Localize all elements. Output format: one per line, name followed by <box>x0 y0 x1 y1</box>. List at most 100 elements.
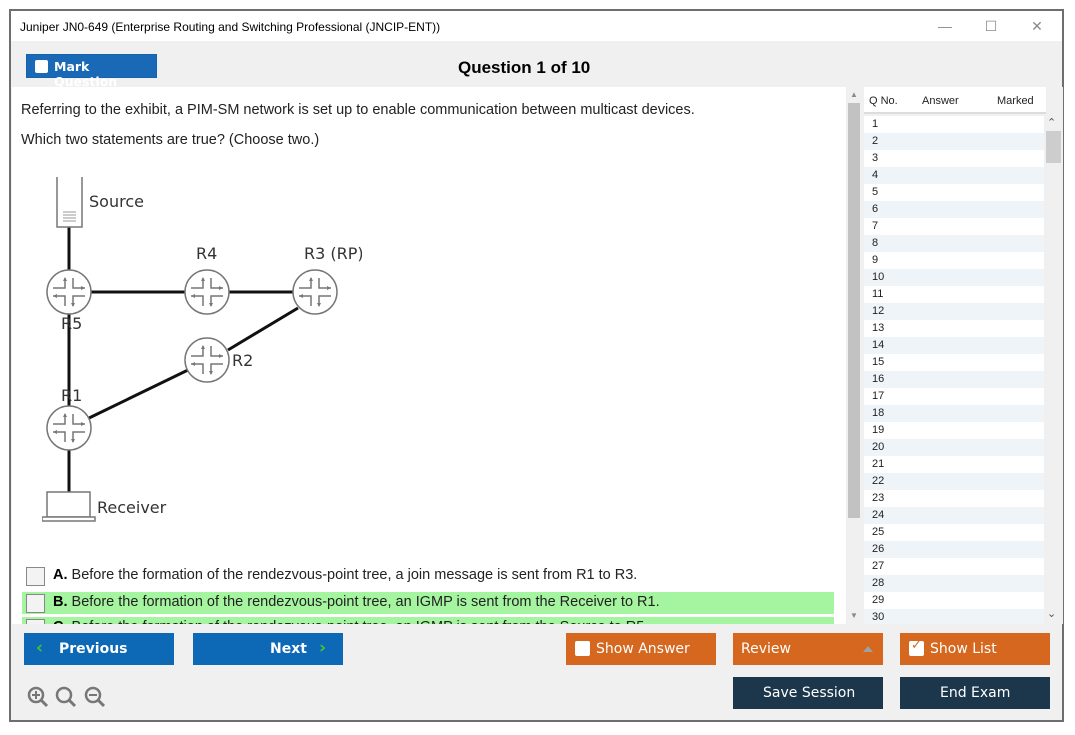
show-list-checkbox[interactable]: ✓ <box>909 638 924 656</box>
question-list-row[interactable]: 12 <box>864 303 1044 320</box>
window-title: Juniper JN0-649 (Enterprise Routing and … <box>20 20 441 34</box>
list-scrollbar[interactable]: ⌃ ⌄ <box>1045 114 1062 624</box>
checkmark-icon: ✓ <box>911 638 922 653</box>
option-c-text: C. Before the formation of the rendezvou… <box>53 619 648 624</box>
receiver-laptop-icon <box>41 491 96 522</box>
list-scroll-up-icon[interactable]: ⌃ <box>1047 116 1056 129</box>
option-b-text: B. Before the formation of the rendezvou… <box>53 594 660 610</box>
link-r2-r1 <box>86 368 189 421</box>
router-r3-icon <box>292 269 338 315</box>
router-r1-icon <box>46 405 92 451</box>
option-c[interactable]: C. Before the formation of the rendezvou… <box>22 617 834 624</box>
question-list-row[interactable]: 9 <box>864 252 1044 269</box>
zoom-in-icon[interactable] <box>27 686 49 708</box>
question-counter: Question 1 of 10 <box>458 58 591 77</box>
question-list-row[interactable]: 20 <box>864 439 1044 456</box>
source-label: Source <box>89 192 144 211</box>
header-answer[interactable]: Answer <box>922 95 959 107</box>
question-list-row[interactable]: 14 <box>864 337 1044 354</box>
question-list-rows: 1 2 3 4 5 6 7 8 9 10 11 12 13 14 15 16 17 18 19 20 21 22 23 24 2… <box>864 116 1044 624</box>
source-server-icon <box>56 166 83 228</box>
end-exam-label: End Exam <box>940 685 1011 701</box>
router-r5-icon <box>46 269 92 315</box>
title-bar: Juniper JN0-649 (Enterprise Routing and … <box>11 11 1062 41</box>
r4-label: R4 <box>196 244 217 263</box>
mark-question-button[interactable]: Mark Question <box>26 54 157 89</box>
list-scroll-down-icon[interactable]: ⌄ <box>1047 607 1056 620</box>
option-b-checkbox[interactable] <box>26 594 45 613</box>
network-diagram: Source R4 R3 (RP) R5 R2 R1 Receiver <box>41 166 364 522</box>
show-list-button[interactable]: ✓ Show List <box>900 633 1050 665</box>
question-instruction: Which two statements are true? (Choose t… <box>21 132 320 148</box>
network-exhibit: Source R4 R3 (RP) R5 R2 R1 Receiver <box>41 166 364 547</box>
r3-label: R3 (RP) <box>304 244 362 263</box>
next-button[interactable]: Next › <box>193 633 343 665</box>
question-list-row[interactable]: 30 <box>864 609 1044 624</box>
zoom-controls <box>27 686 108 713</box>
question-list-row[interactable]: 23 <box>864 490 1044 507</box>
question-list-row[interactable]: 2 <box>864 133 1044 150</box>
chevron-left-icon: ‹ <box>36 638 44 658</box>
r2-label: R2 <box>232 351 253 370</box>
option-c-checkbox[interactable] <box>26 619 45 624</box>
app-window: Juniper JN0-649 (Enterprise Routing and … <box>9 9 1064 722</box>
question-list-row[interactable]: 25 <box>864 524 1044 541</box>
link-r3-r2 <box>227 306 299 352</box>
close-button[interactable]: ✕ <box>1017 15 1057 39</box>
review-label: Review <box>741 641 791 657</box>
dropdown-arrow-icon <box>863 646 873 652</box>
question-list-row[interactable]: 16 <box>864 371 1044 388</box>
question-list-row[interactable]: 5 <box>864 184 1044 201</box>
question-list-row[interactable]: 4 <box>864 167 1044 184</box>
previous-label: Previous <box>59 641 128 657</box>
next-label: Next <box>270 641 307 657</box>
question-list-row[interactable]: 18 <box>864 405 1044 422</box>
question-list-header: Q No. Answer Marked <box>864 87 1046 114</box>
question-list-row[interactable]: 22 <box>864 473 1044 490</box>
question-list-row[interactable]: 15 <box>864 354 1044 371</box>
mark-question-checkbox[interactable] <box>35 60 48 73</box>
previous-button[interactable]: ‹ Previous <box>24 633 174 665</box>
question-list-row[interactable]: 10 <box>864 269 1044 286</box>
show-answer-button[interactable]: Show Answer <box>566 633 716 665</box>
scroll-down-arrow-icon[interactable]: ▼ <box>849 611 859 620</box>
end-exam-button[interactable]: End Exam <box>900 677 1050 709</box>
question-list-row[interactable]: 13 <box>864 320 1044 337</box>
receiver-label: Receiver <box>97 498 167 517</box>
question-list-row[interactable]: 19 <box>864 422 1044 439</box>
question-list-row[interactable]: 24 <box>864 507 1044 524</box>
question-list-row[interactable]: 21 <box>864 456 1044 473</box>
question-list-panel: Q No. Answer Marked 1 2 3 4 5 6 7 8 9 10 11 12 13 14 1… <box>864 87 1063 624</box>
mark-question-label: Mark Question <box>54 59 118 89</box>
option-a-checkbox[interactable] <box>26 567 45 586</box>
question-list-row[interactable]: 8 <box>864 235 1044 252</box>
save-session-button[interactable]: Save Session <box>733 677 883 709</box>
zoom-out-icon[interactable] <box>84 686 106 708</box>
scroll-thumb[interactable] <box>848 103 860 518</box>
scroll-up-arrow-icon[interactable]: ▲ <box>849 90 859 99</box>
option-b[interactable]: B. Before the formation of the rendezvou… <box>22 592 834 614</box>
question-list-row[interactable]: 27 <box>864 558 1044 575</box>
r5-label: R5 <box>61 314 82 333</box>
list-scroll-thumb[interactable] <box>1046 131 1061 163</box>
question-list-row[interactable]: 26 <box>864 541 1044 558</box>
question-text: Referring to the exhibit, a PIM-SM netwo… <box>21 102 695 118</box>
option-a[interactable]: A. Before the formation of the rendezvou… <box>22 565 834 587</box>
question-list-row[interactable]: 11 <box>864 286 1044 303</box>
review-dropdown[interactable]: Review <box>733 633 883 665</box>
maximize-button[interactable]: ☐ <box>971 15 1011 39</box>
question-list-row[interactable]: 7 <box>864 218 1044 235</box>
question-scrollbar[interactable]: ▲ ▼ <box>846 87 864 624</box>
question-list-row[interactable]: 3 <box>864 150 1044 167</box>
zoom-reset-icon[interactable] <box>55 686 77 708</box>
question-list-row[interactable]: 1 <box>864 116 1044 133</box>
question-list-row[interactable]: 29 <box>864 592 1044 609</box>
question-list-row[interactable]: 6 <box>864 201 1044 218</box>
question-list-row[interactable]: 17 <box>864 388 1044 405</box>
show-answer-checkbox[interactable] <box>575 641 590 656</box>
question-list-row[interactable]: 28 <box>864 575 1044 592</box>
header-marked[interactable]: Marked <box>997 95 1034 107</box>
header-qno[interactable]: Q No. <box>869 95 898 107</box>
option-a-text: A. Before the formation of the rendezvou… <box>53 567 638 583</box>
minimize-button[interactable]: — <box>925 15 965 39</box>
